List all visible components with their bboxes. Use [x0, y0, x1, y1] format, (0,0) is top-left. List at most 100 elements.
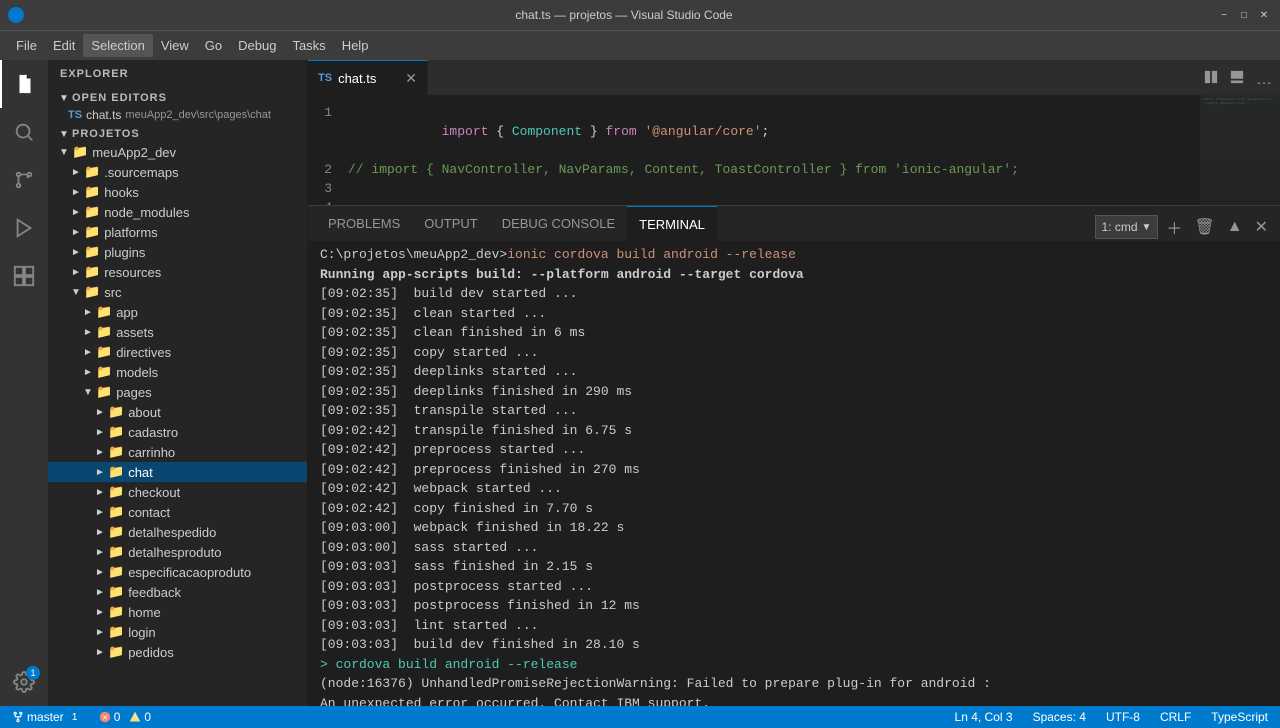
folder-login[interactable]: ► 📁 login — [48, 622, 307, 642]
minimize-button[interactable]: − — [1216, 7, 1232, 23]
error-icon: ✕ — [99, 711, 111, 723]
more-actions-button[interactable]: … — [1252, 69, 1276, 91]
cursor-position-status[interactable]: Ln 4, Col 3 — [951, 710, 1017, 724]
code-minimap-wrapper: 1 import { Component } from '@angular/co… — [308, 95, 1280, 205]
git-branch-status[interactable]: master 1 — [8, 709, 87, 725]
tab-chat-ts[interactable]: TS chat.ts ✕ — [308, 60, 428, 95]
folder-icon: 📁 — [96, 364, 112, 380]
menu-help[interactable]: Help — [334, 34, 377, 57]
tab-label: chat.ts — [338, 71, 376, 86]
term-line-9: [09:02:35] transpile started ... — [320, 401, 1268, 421]
close-button[interactable]: ✕ — [1256, 7, 1272, 23]
source-control-activity-icon[interactable] — [0, 156, 48, 204]
term-line-6: [09:02:35] copy started ... — [320, 343, 1268, 363]
term-line-20: [09:03:03] lint started ... — [320, 616, 1268, 636]
spaces-status[interactable]: Spaces: 4 — [1029, 710, 1090, 724]
add-terminal-button[interactable]: ＋ — [1162, 213, 1186, 241]
open-editors-section[interactable]: ▼ OPEN EDITORS — [48, 90, 307, 106]
folder-home[interactable]: ► 📁 home — [48, 602, 307, 622]
folder-pedidos[interactable]: ► 📁 pedidos — [48, 642, 307, 662]
folder-contact[interactable]: ► 📁 contact — [48, 502, 307, 522]
tab-output[interactable]: OUTPUT — [412, 206, 489, 241]
folder-icon: 📁 — [84, 204, 100, 220]
menu-tasks[interactable]: Tasks — [284, 34, 333, 57]
code-line-1: 1 import { Component } from '@angular/co… — [308, 103, 1200, 160]
folder-cadastro[interactable]: ► 📁 cadastro — [48, 422, 307, 442]
ts-file-icon: TS — [68, 109, 82, 121]
terminal-session-selector[interactable]: 1: cmd ▼ — [1095, 215, 1159, 239]
folder-sourcemaps[interactable]: ► 📁 .sourcemaps — [48, 162, 307, 182]
tab-debug-console[interactable]: DEBUG CONSOLE — [490, 206, 627, 241]
close-panel-button[interactable]: ✕ — [1251, 215, 1272, 239]
folder-icon: 📁 — [108, 484, 124, 500]
folder-especificacaoproduto[interactable]: ► 📁 especificacaoproduto — [48, 562, 307, 582]
minimap-content: import {Component} from '@angular/core';… — [1201, 95, 1280, 205]
extensions-activity-icon[interactable] — [0, 252, 48, 300]
folder-icon: 📁 — [108, 544, 124, 560]
term-line-22: > cordova build android --release — [320, 655, 1268, 675]
folder-pages[interactable]: ▼ 📁 pages — [48, 382, 307, 402]
menu-selection[interactable]: Selection — [83, 34, 152, 57]
term-line-11: [09:02:42] preprocess started ... — [320, 440, 1268, 460]
folder-hooks[interactable]: ► 📁 hooks — [48, 182, 307, 202]
maximize-panel-button[interactable]: ▲ — [1223, 216, 1247, 238]
folder-icon: 📁 — [108, 404, 124, 420]
open-editor-path: meuApp2_dev\src\pages\chat — [125, 109, 271, 121]
folder-src[interactable]: ▼ 📁 src — [48, 282, 307, 302]
folder-models[interactable]: ► 📁 models — [48, 362, 307, 382]
folder-checkout[interactable]: ► 📁 checkout — [48, 482, 307, 502]
term-line-10: [09:02:42] transpile finished in 6.75 s — [320, 421, 1268, 441]
folder-detalhesproduto[interactable]: ► 📁 detalhesproduto — [48, 542, 307, 562]
folder-icon: 📁 — [108, 604, 124, 620]
tab-problems[interactable]: PROBLEMS — [316, 206, 412, 241]
search-activity-icon[interactable] — [0, 108, 48, 156]
explorer-activity-icon[interactable] — [0, 60, 48, 108]
folder-plugins[interactable]: ► 📁 plugins — [48, 242, 307, 262]
folder-icon: 📁 — [84, 244, 100, 260]
dropdown-arrow-icon: ▼ — [1142, 222, 1152, 233]
menu-file[interactable]: File — [8, 34, 45, 57]
code-editor[interactable]: 1 import { Component } from '@angular/co… — [308, 95, 1200, 205]
menu-go[interactable]: Go — [197, 34, 230, 57]
folder-icon: 📁 — [108, 584, 124, 600]
line-ending-status[interactable]: CRLF — [1156, 710, 1195, 724]
menu-view[interactable]: View — [153, 34, 197, 57]
tab-close-button[interactable]: ✕ — [405, 70, 417, 87]
menubar: File Edit Selection View Go Debug Tasks … — [0, 30, 1280, 60]
menu-debug[interactable]: Debug — [230, 34, 284, 57]
term-line-2: Running app-scripts build: --platform an… — [320, 265, 1268, 285]
folder-resources[interactable]: ► 📁 resources — [48, 262, 307, 282]
term-line-13: [09:02:42] webpack started ... — [320, 479, 1268, 499]
folder-about[interactable]: ► 📁 about — [48, 402, 307, 422]
open-editor-chat[interactable]: TS chat.ts meuApp2_dev\src\pages\chat — [48, 106, 307, 124]
encoding-status[interactable]: UTF-8 — [1102, 710, 1144, 724]
tab-terminal[interactable]: TERMINAL — [627, 206, 717, 241]
folder-carrinho[interactable]: ► 📁 carrinho — [48, 442, 307, 462]
vscode-logo-icon — [8, 7, 24, 23]
git-branch-icon — [12, 711, 24, 723]
toggle-panel-button[interactable] — [1226, 68, 1248, 91]
code-line-2: 2 // import { NavController, NavParams, … — [308, 160, 1200, 179]
folder-meuapp2dev[interactable]: ▼ 📁 meuApp2_dev — [48, 142, 307, 162]
folder-platforms[interactable]: ► 📁 platforms — [48, 222, 307, 242]
folder-directives[interactable]: ► 📁 directives — [48, 342, 307, 362]
folder-assets[interactable]: ► 📁 assets — [48, 322, 307, 342]
terminal-session-label: 1: cmd — [1102, 220, 1138, 234]
split-editor-button[interactable] — [1200, 68, 1222, 91]
projetos-section[interactable]: ▼ PROJETOS — [48, 126, 307, 142]
menu-edit[interactable]: Edit — [45, 34, 83, 57]
folder-app[interactable]: ► 📁 app — [48, 302, 307, 322]
folder-feedback[interactable]: ► 📁 feedback — [48, 582, 307, 602]
kill-terminal-button[interactable]: 🗑 — [1190, 215, 1218, 239]
language-status[interactable]: TypeScript — [1207, 710, 1272, 724]
debug-activity-icon[interactable] — [0, 204, 48, 252]
settings-activity-icon[interactable] — [0, 658, 48, 706]
folder-chat[interactable]: ► 📁 chat — [48, 462, 307, 482]
folder-detalhespedido[interactable]: ► 📁 detalhespedido — [48, 522, 307, 542]
terminal-content[interactable]: C:\projetos\meuApp2_dev>ionic cordova bu… — [308, 241, 1280, 706]
maximize-button[interactable]: □ — [1236, 7, 1252, 23]
folder-node-modules[interactable]: ► 📁 node_modules — [48, 202, 307, 222]
code-line-3: 3 — [308, 179, 1200, 198]
title-left — [8, 7, 32, 23]
errors-status[interactable]: ✕ 0 0 — [95, 710, 155, 724]
